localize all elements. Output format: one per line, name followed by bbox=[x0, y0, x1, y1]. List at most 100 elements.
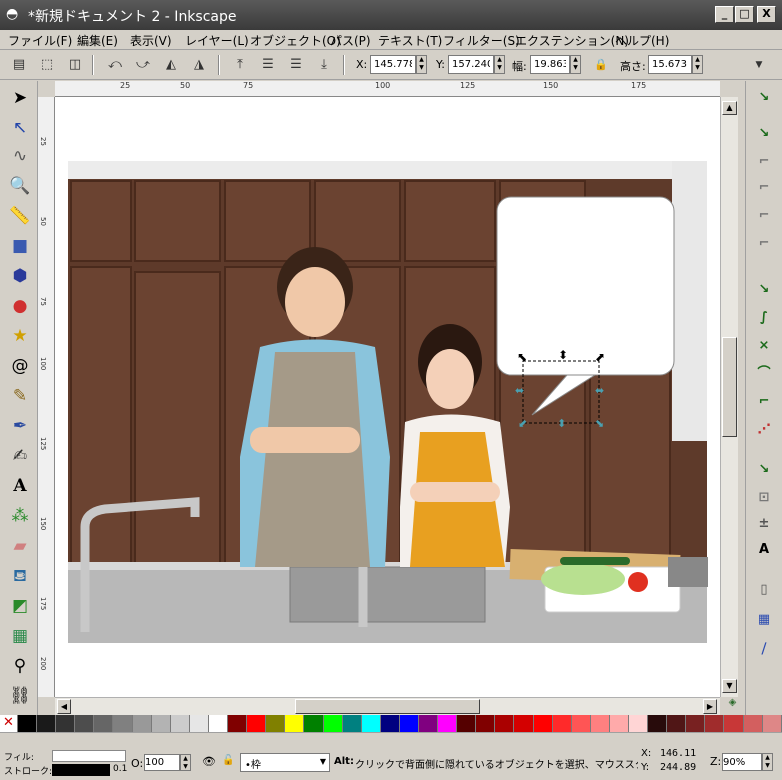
palette-swatch[interactable] bbox=[189, 715, 209, 732]
palette-swatch[interactable] bbox=[514, 715, 534, 732]
opacity-input[interactable] bbox=[144, 754, 180, 771]
palette-swatch[interactable] bbox=[743, 715, 763, 732]
palette-swatch[interactable] bbox=[590, 715, 610, 732]
drawing-canvas[interactable]: ⬉ ⬍ ⬈ ⬌ ⬌ ⬋ ⬍ ⬊ bbox=[55, 97, 720, 697]
raise-to-top-icon[interactable]: ⤒ bbox=[229, 54, 251, 76]
spiral-tool-icon[interactable]: @ bbox=[7, 353, 33, 379]
mesh-tool-icon[interactable]: ▦ bbox=[7, 623, 33, 649]
lower-to-bottom-icon[interactable]: ⤓ bbox=[313, 54, 335, 76]
palette-swatch[interactable] bbox=[705, 715, 725, 732]
zoom-input[interactable] bbox=[722, 753, 762, 771]
height-input[interactable] bbox=[648, 55, 692, 74]
vertical-scrollbar[interactable]: ▲ ▼ bbox=[720, 97, 738, 697]
snap-bbox-corners-icon[interactable]: ⌐ bbox=[751, 175, 777, 200]
flip-horizontal-icon[interactable]: ◭ bbox=[160, 54, 182, 76]
palette-swatch[interactable] bbox=[495, 715, 515, 732]
opacity-spin-button[interactable]: ▲ ▼ bbox=[180, 754, 191, 771]
palette-swatch[interactable] bbox=[571, 715, 591, 732]
scroll-left-button[interactable]: ◀ bbox=[57, 699, 71, 714]
width-spin-button[interactable]: ▲ ▼ bbox=[570, 55, 581, 74]
palette-swatch[interactable] bbox=[266, 715, 286, 732]
scroll-right-button[interactable]: ▶ bbox=[703, 699, 717, 714]
no-paint-swatch[interactable]: ✕ bbox=[0, 715, 18, 732]
horizontal-ruler[interactable]: 25 50 75 100 125 150 175 bbox=[55, 81, 720, 97]
snap-smooth-nodes-icon[interactable]: ⌐ bbox=[751, 389, 777, 414]
snap-midpoints-icon[interactable]: ⋰ bbox=[751, 417, 777, 442]
menu-path[interactable]: パス(P) bbox=[330, 32, 371, 49]
palette-swatch[interactable] bbox=[629, 715, 649, 732]
snap-cusp-nodes-icon[interactable]: ⌒ bbox=[751, 361, 777, 386]
menu-edit[interactable]: 編集(E) bbox=[77, 32, 118, 49]
flip-vertical-icon[interactable]: ◮ bbox=[188, 54, 210, 76]
palette-swatch[interactable] bbox=[18, 715, 38, 732]
menu-text[interactable]: テキスト(T) bbox=[378, 32, 442, 49]
snap-bbox-midpoints-icon[interactable]: ⌐ bbox=[751, 203, 777, 228]
deselect-icon[interactable]: ◫ bbox=[64, 54, 86, 76]
menu-view[interactable]: 表示(V) bbox=[130, 32, 172, 49]
measure-tool-icon[interactable]: 📏 bbox=[7, 203, 33, 229]
maximize-button[interactable]: □ bbox=[735, 6, 754, 23]
selector-tool-icon[interactable]: ➤ bbox=[7, 85, 33, 111]
palette-swatch[interactable] bbox=[476, 715, 496, 732]
zoom-spin-button[interactable]: ▲ ▼ bbox=[762, 753, 773, 771]
zoom-tool-icon[interactable]: 🔍 bbox=[7, 173, 33, 199]
layer-dropdown[interactable]: •枠 ▼ bbox=[240, 753, 330, 772]
toolbar-overflow-icon[interactable]: ▼ bbox=[748, 54, 770, 76]
snap-paths-icon[interactable]: ∫ bbox=[751, 305, 777, 330]
snap-text-baseline-icon[interactable]: A bbox=[751, 537, 777, 562]
menu-filters[interactable]: フィルター(S) bbox=[443, 32, 520, 49]
snap-grid-icon[interactable]: ▦ bbox=[751, 607, 777, 632]
snap-guides-icon[interactable]: ⧸ bbox=[751, 637, 777, 662]
snap-others-icon[interactable]: ↘ bbox=[751, 457, 777, 482]
snap-nodes-icon[interactable]: ↘ bbox=[751, 277, 777, 302]
palette-swatch[interactable] bbox=[552, 715, 572, 732]
palette-swatch[interactable] bbox=[648, 715, 668, 732]
palette-swatch[interactable] bbox=[399, 715, 419, 732]
palette-swatch[interactable] bbox=[762, 715, 782, 732]
layer-lock-icon[interactable]: 🔓 bbox=[222, 755, 234, 766]
palette-swatch[interactable] bbox=[380, 715, 400, 732]
snap-bbox-edges-icon[interactable]: ⌐ bbox=[751, 149, 777, 174]
menu-help[interactable]: ヘルプ(H) bbox=[615, 32, 669, 49]
palette-swatch[interactable] bbox=[113, 715, 133, 732]
tweak-tool-icon[interactable]: ∿ bbox=[7, 143, 33, 169]
y-input[interactable] bbox=[448, 55, 494, 74]
horizontal-scrollbar[interactable]: ◀ ▶ bbox=[55, 697, 720, 715]
y-spin-button[interactable]: ▲ ▼ bbox=[494, 55, 505, 74]
palette-swatch[interactable] bbox=[247, 715, 267, 732]
ellipse-tool-icon[interactable]: ● bbox=[7, 293, 33, 319]
gradient-tool-icon[interactable]: ◩ bbox=[7, 593, 33, 619]
palette-swatch[interactable] bbox=[151, 715, 171, 732]
height-spin-button[interactable]: ▲ ▼ bbox=[692, 55, 703, 74]
palette-swatch[interactable] bbox=[56, 715, 76, 732]
snap-page-border-icon[interactable]: ▯ bbox=[751, 577, 777, 602]
close-button[interactable]: X bbox=[757, 6, 776, 23]
palette-swatch[interactable] bbox=[342, 715, 362, 732]
lock-icon[interactable]: 🔒 bbox=[590, 54, 612, 76]
x-input[interactable] bbox=[370, 55, 416, 74]
palette-swatch[interactable] bbox=[75, 715, 95, 732]
palette-swatch[interactable] bbox=[609, 715, 629, 732]
fill-indicator[interactable] bbox=[52, 750, 126, 762]
raise-icon[interactable]: ☰ bbox=[257, 54, 279, 76]
palette-swatch[interactable] bbox=[285, 715, 305, 732]
palette-swatch[interactable] bbox=[94, 715, 114, 732]
pencil-tool-icon[interactable]: ✎ bbox=[7, 383, 33, 409]
snap-intersections-icon[interactable]: ⨯ bbox=[751, 333, 777, 358]
connector-tool-icon[interactable]: ⛓ bbox=[7, 683, 33, 709]
palette-swatch[interactable] bbox=[323, 715, 343, 732]
3d-box-tool-icon[interactable]: ⬢ bbox=[7, 263, 33, 289]
select-all-layers-icon[interactable]: ⬚ bbox=[36, 54, 58, 76]
palette-swatch[interactable] bbox=[533, 715, 553, 732]
node-tool-icon[interactable]: ↖ bbox=[7, 115, 33, 141]
width-input[interactable] bbox=[530, 55, 570, 74]
vertical-scroll-thumb[interactable] bbox=[722, 337, 737, 437]
rotate-cw-icon[interactable]: ⤻ bbox=[132, 54, 154, 76]
star-tool-icon[interactable]: ★ bbox=[7, 323, 33, 349]
menu-extensions[interactable]: エクステンション(N) bbox=[515, 32, 629, 49]
palette-swatch[interactable] bbox=[170, 715, 190, 732]
calligraphy-tool-icon[interactable]: ✍ bbox=[7, 443, 33, 469]
snap-center-icon[interactable]: ⊡ bbox=[751, 485, 777, 510]
snap-bbox-icon[interactable]: ↘ bbox=[751, 121, 777, 146]
stroke-indicator[interactable] bbox=[52, 764, 110, 776]
